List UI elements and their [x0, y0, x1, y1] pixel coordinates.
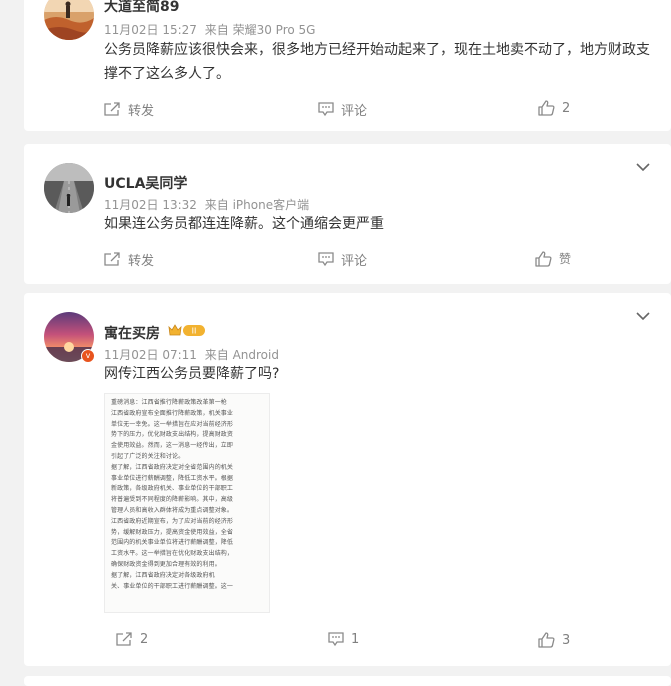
post-card: v 寓在买房 II 11月02日 07:11 来自 Android 网传江西公务…	[24, 293, 671, 666]
post-date[interactable]: 11月02日 07:11	[104, 348, 197, 362]
verified-badge: v	[81, 349, 95, 363]
repost-button[interactable]: 转发	[104, 100, 154, 119]
post-meta: 11月02日 13:32 来自 iPhone客户端	[104, 196, 309, 213]
post-meta: 11月02日 07:11 来自 Android	[104, 346, 279, 363]
post-actions: 2 1 3	[24, 632, 671, 656]
repost-button[interactable]: 2	[116, 632, 148, 647]
avatar[interactable]	[44, 163, 94, 213]
image-text-line: 引起了广泛的关注和讨论。	[111, 452, 185, 460]
like-button[interactable]: 3	[538, 632, 570, 648]
image-text-line: 势下的压力，优化财政支出结构，提高财政资	[111, 431, 234, 439]
image-text-line: 势，缓解财政压力，提高资金使用效益，全省	[111, 528, 234, 536]
image-text-line: 关、事业单位的干部职工进行薪酬调整。这一	[111, 582, 234, 590]
repost-count: 2	[140, 632, 149, 647]
level-badge-text: II	[192, 327, 197, 336]
chevron-down-icon[interactable]	[635, 162, 651, 172]
post-meta: 11月02日 15:27 来自 荣耀30 Pro 5G	[104, 21, 315, 38]
post-username[interactable]: UCLA吴同学	[104, 173, 187, 193]
comment-icon	[328, 632, 344, 647]
repost-icon	[116, 632, 132, 646]
level-badge-icon[interactable]: II	[167, 322, 207, 338]
post-card: 大道至简89 11月02日 15:27 来自 荣耀30 Pro 5G 公务员降薪…	[24, 0, 671, 131]
weibo-comment-feed: 大道至简89 11月02日 15:27 来自 荣耀30 Pro 5G 公务员降薪…	[14, 0, 671, 686]
image-text-line: 新政策，各级政府机关、事业单位的干部职工	[111, 485, 234, 493]
repost-icon	[104, 102, 120, 116]
post-card	[24, 676, 671, 686]
comment-icon	[318, 102, 334, 117]
image-text-line: 据了解，江西省政府决定对各级政府机	[111, 571, 215, 579]
comment-icon	[318, 252, 334, 267]
avatar[interactable]	[44, 0, 94, 40]
post-source: 来自 荣耀30 Pro 5G	[204, 23, 316, 37]
comment-button[interactable]: 评论	[318, 250, 367, 269]
like-label: 赞	[559, 252, 572, 266]
comment-button[interactable]: 评论	[318, 100, 367, 119]
image-text-line: 金使用效益。然而，这一消息一经传出，立即	[111, 442, 234, 450]
post-text: 网传江西公务员要降薪了吗?	[104, 366, 280, 382]
repost-label: 转发	[128, 254, 155, 269]
post-actions: 转发 评论 赞	[24, 250, 671, 274]
like-icon	[535, 250, 552, 267]
image-text-line: 范围内的机关事业单位将进行薪酬调整，降低	[111, 539, 234, 547]
post-image[interactable]: 重磅消息：江西省推行降薪政策改革第一枪 江西省政府宣布全面推行降薪政策，机关事业…	[104, 393, 270, 613]
image-text-line: 工资水平。这一举措旨在优化财政支出结构，	[111, 550, 234, 558]
post-text: 公务员降薪应该很快会来，很多地方已经开始动起来了，现在土地卖不动了，地方财政支撑…	[104, 42, 650, 82]
post-username[interactable]: 寓在买房	[104, 323, 160, 343]
image-text-line: 确保财政资金得到更加合理有效的利用。	[111, 560, 221, 568]
post-source: 来自 Android	[204, 348, 279, 362]
comment-label: 评论	[341, 104, 368, 119]
image-text-line: 重磅消息：江西省推行降薪政策改革第一枪	[111, 399, 227, 406]
post-actions: 转发 评论 2	[24, 100, 671, 124]
image-text-line: 江西省政府近期宣布，为了应对当前的经济形	[111, 517, 234, 525]
like-button[interactable]: 赞	[535, 250, 571, 267]
like-icon	[538, 100, 555, 116]
repost-label: 转发	[128, 104, 155, 119]
chevron-down-icon[interactable]	[635, 311, 651, 321]
like-count: 2	[562, 100, 571, 116]
post-date[interactable]: 11月02日 13:32	[104, 198, 197, 212]
post-date[interactable]: 11月02日 15:27	[104, 23, 197, 37]
like-button[interactable]: 2	[538, 100, 570, 116]
comment-count: 1	[351, 632, 360, 647]
like-count: 3	[562, 632, 571, 648]
image-text-line: 事业单位进行薪酬调整，降低工资水平。根据	[111, 474, 234, 482]
image-text-line: 据了解，江西省政府决定对全省范围内的机关	[111, 463, 234, 471]
repost-icon	[104, 252, 120, 266]
post-username[interactable]: 大道至简89	[104, 0, 179, 16]
post-source: 来自 iPhone客户端	[204, 198, 310, 212]
image-text-line: 单位无一幸免。这一举措旨在应对当前经济形	[111, 420, 234, 428]
image-text-line: 江西省政府宣布全面推行降薪政策，机关事业	[111, 409, 234, 417]
like-icon	[538, 632, 555, 648]
image-text-line: 管理人员和高收入群体将成为重点调整对象。	[111, 506, 234, 514]
image-text-line: 将普遍受到不同程度的降薪影响。其中，高级	[111, 496, 234, 504]
post-text: 如果连公务员都连连降薪。这个通缩会更严重	[104, 216, 384, 232]
post-card: UCLA吴同学 11月02日 13:32 来自 iPhone客户端 如果连公务员…	[24, 144, 671, 284]
comment-label: 评论	[341, 254, 368, 269]
comment-button[interactable]: 1	[328, 632, 359, 647]
repost-button[interactable]: 转发	[104, 250, 154, 269]
